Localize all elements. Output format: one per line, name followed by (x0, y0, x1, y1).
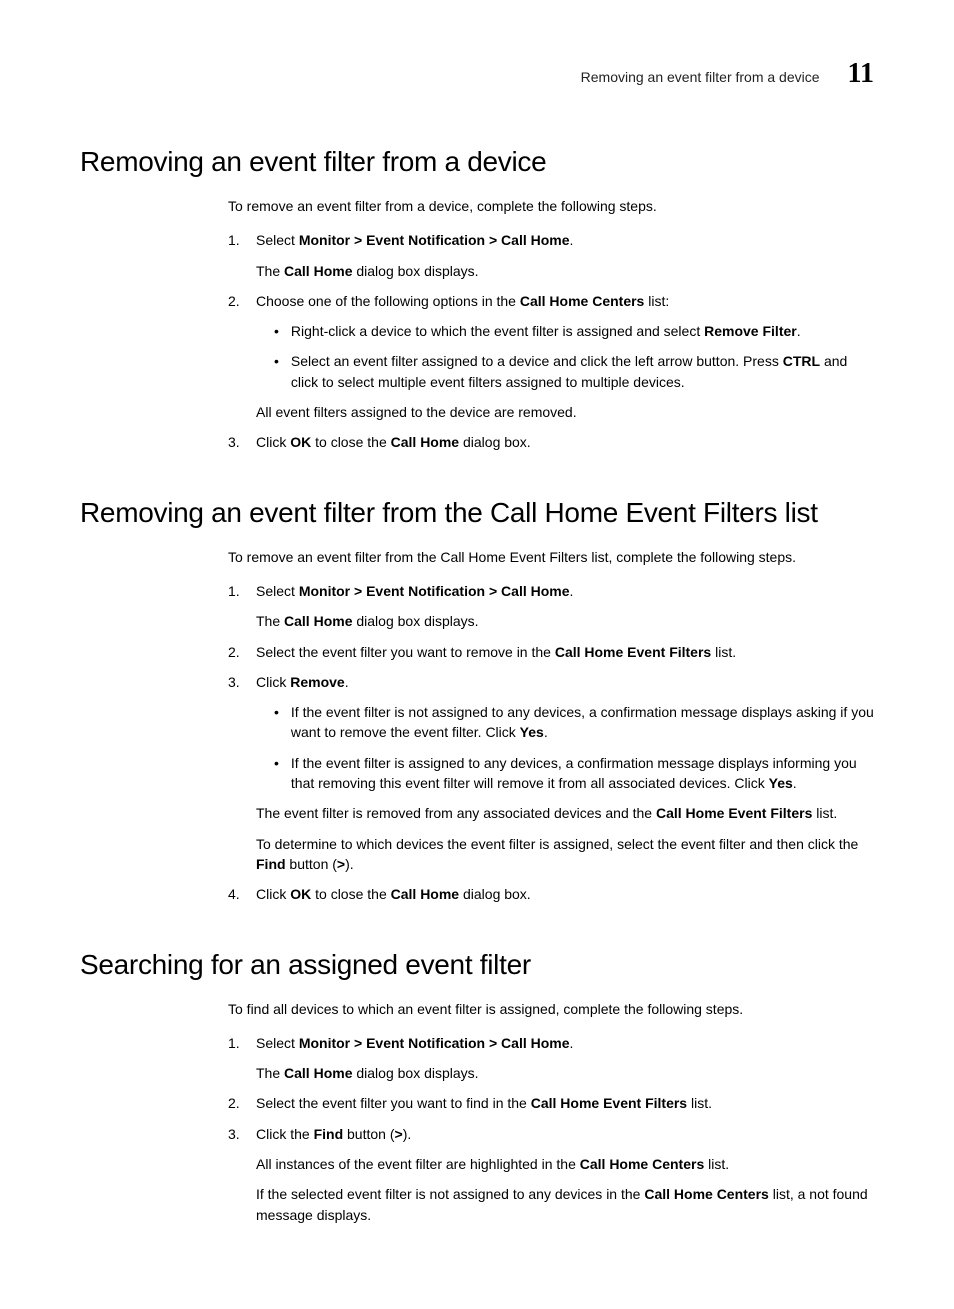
section-body: To remove an event filter from a device,… (228, 196, 874, 453)
step-number: 1. (228, 230, 246, 281)
section: Removing an event filter from the Call H… (80, 497, 874, 905)
step-body: Click OK to close the Call Home dialog b… (256, 432, 874, 452)
step-body: Select Monitor > Event Notification > Ca… (256, 1033, 874, 1084)
bullet-text: Select an event filter assigned to a dev… (291, 351, 874, 392)
step-body: Select Monitor > Event Notification > Ca… (256, 230, 874, 281)
step-item: 3. Click Remove. If the event filter is no… (228, 672, 874, 874)
step-number: 3. (228, 1124, 246, 1225)
step-list: 1. Select Monitor > Event Notification > … (228, 230, 874, 452)
step-body: Click the Find button (>). All instances … (256, 1124, 874, 1225)
step-body: Select the event filter you want to find… (256, 1093, 874, 1113)
step-number: 2. (228, 642, 246, 662)
step-after-text: The Call Home dialog box displays. (256, 1063, 874, 1083)
bullet-item: If the event filter is assigned to any d… (274, 753, 874, 794)
section-body: To find all devices to which an event fi… (228, 999, 874, 1225)
step-body: Select the event filter you want to remo… (256, 642, 874, 662)
step-list: 1. Select Monitor > Event Notification > … (228, 581, 874, 905)
step-text: Select Monitor > Event Notification > Ca… (256, 1033, 874, 1053)
step-after-text: To determine to which devices the event … (256, 834, 874, 875)
step-item: 2. Select the event filter you want to re… (228, 642, 874, 662)
step-item: 2. Choose one of the following options in… (228, 291, 874, 422)
step-item: 2. Select the event filter you want to fi… (228, 1093, 874, 1113)
step-body: Choose one of the following options in t… (256, 291, 874, 422)
running-header: Removing an event filter from a device 1… (80, 58, 874, 90)
step-number: 3. (228, 672, 246, 874)
step-text: Choose one of the following options in t… (256, 291, 874, 311)
step-after-text: All event filters assigned to the device… (256, 402, 874, 422)
step-number: 3. (228, 432, 246, 452)
step-text: Select the event filter you want to remo… (256, 642, 874, 662)
step-text: Select Monitor > Event Notification > Ca… (256, 230, 874, 250)
bullet-item: Right-click a device to which the event … (274, 321, 874, 341)
section-title: Searching for an assigned event filter (80, 949, 874, 981)
step-text: Click OK to close the Call Home dialog b… (256, 884, 874, 904)
running-header-title: Removing an event filter from a device (581, 69, 820, 85)
bullet-text: Right-click a device to which the event … (291, 321, 801, 341)
section-body: To remove an event filter from the Call … (228, 547, 874, 905)
step-body: Select Monitor > Event Notification > Ca… (256, 581, 874, 632)
step-number: 1. (228, 1033, 246, 1084)
step-body: Click OK to close the Call Home dialog b… (256, 884, 874, 904)
step-list: 1. Select Monitor > Event Notification > … (228, 1033, 874, 1225)
step-item: 3. Click OK to close the Call Home dialog… (228, 432, 874, 452)
step-item: 3. Click the Find button (>). All instance… (228, 1124, 874, 1225)
step-after-text: The Call Home dialog box displays. (256, 261, 874, 281)
bullet-text: If the event filter is assigned to any d… (291, 753, 874, 794)
step-text: Click the Find button (>). (256, 1124, 874, 1144)
section-intro: To remove an event filter from the Call … (228, 547, 874, 567)
step-text: Click Remove. (256, 672, 874, 692)
bullet-item: If the event filter is not assigned to a… (274, 702, 874, 743)
page: Removing an event filter from a device 1… (0, 0, 954, 1309)
step-number: 2. (228, 1093, 246, 1113)
section-title: Removing an event filter from the Call H… (80, 497, 874, 529)
step-item: 1. Select Monitor > Event Notification > … (228, 581, 874, 632)
bullet-item: Select an event filter assigned to a dev… (274, 351, 874, 392)
step-text: Select the event filter you want to find… (256, 1093, 874, 1113)
bullet-list: Right-click a device to which the event … (274, 321, 874, 392)
chapter-number: 11 (848, 58, 874, 90)
section: Removing an event filter from a device To… (80, 146, 874, 453)
step-after-text: All instances of the event filter are hi… (256, 1154, 874, 1174)
step-body: Click Remove. If the event filter is not … (256, 672, 874, 874)
step-after-text: If the selected event filter is not assi… (256, 1184, 874, 1225)
step-text: Click OK to close the Call Home dialog b… (256, 432, 874, 452)
step-number: 4. (228, 884, 246, 904)
step-item: 4. Click OK to close the Call Home dialog… (228, 884, 874, 904)
step-after-text: The Call Home dialog box displays. (256, 611, 874, 631)
bullet-text: If the event filter is not assigned to a… (291, 702, 874, 743)
section-intro: To remove an event filter from a device,… (228, 196, 874, 216)
step-text: Select Monitor > Event Notification > Ca… (256, 581, 874, 601)
step-item: 1. Select Monitor > Event Notification > … (228, 1033, 874, 1084)
step-item: 1. Select Monitor > Event Notification > … (228, 230, 874, 281)
section: Searching for an assigned event filter To… (80, 949, 874, 1225)
step-after-text: The event filter is removed from any ass… (256, 803, 874, 823)
step-number: 1. (228, 581, 246, 632)
section-intro: To find all devices to which an event fi… (228, 999, 874, 1019)
step-number: 2. (228, 291, 246, 422)
bullet-list: If the event filter is not assigned to a… (274, 702, 874, 793)
section-title: Removing an event filter from a device (80, 146, 874, 178)
